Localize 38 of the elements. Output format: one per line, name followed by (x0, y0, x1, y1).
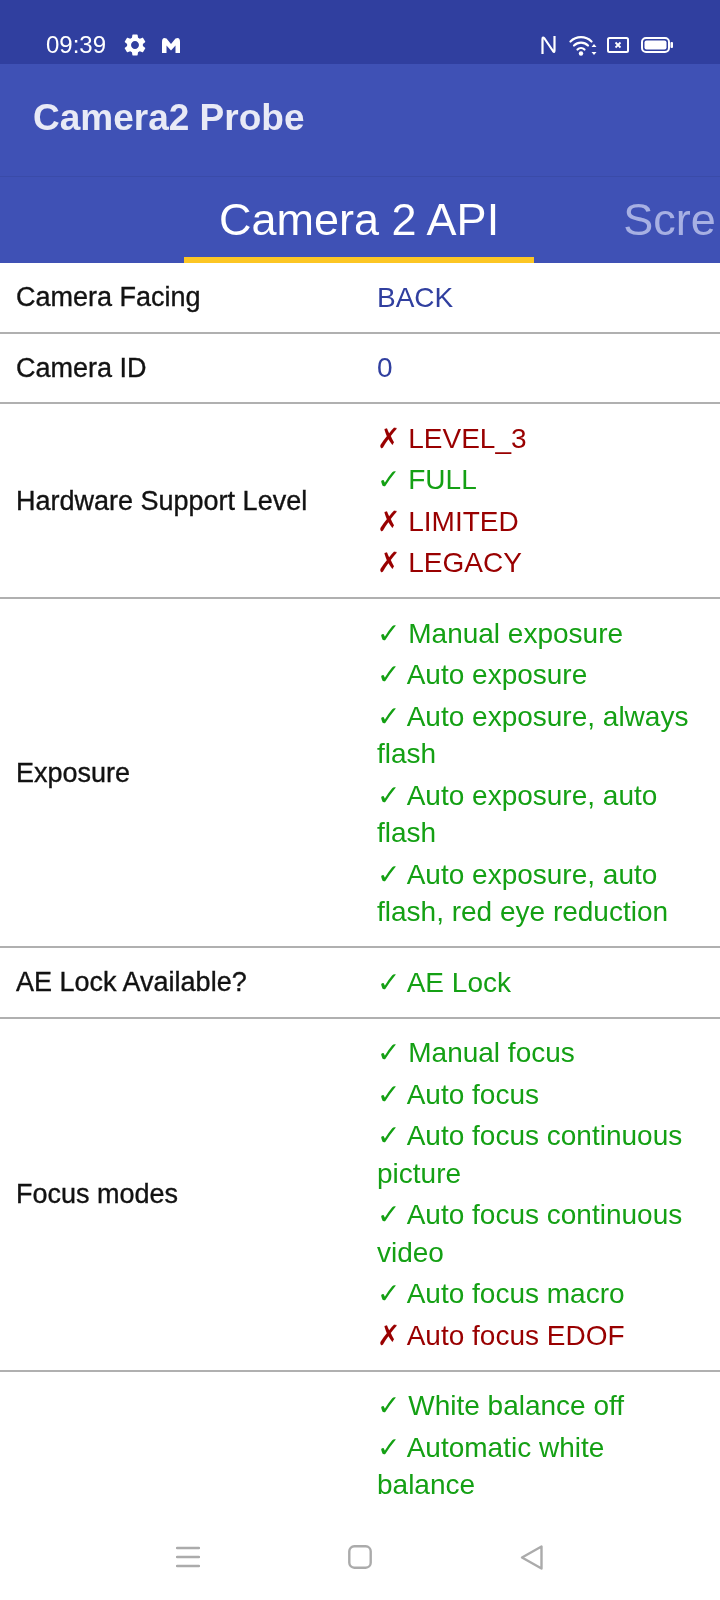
feature-item: ✓ Auto focus continuous picture (377, 1119, 684, 1191)
property-value: 0 (377, 351, 393, 385)
wifi-icon (569, 34, 597, 56)
feature-item: ✓ Auto focus continuous video (377, 1198, 684, 1270)
feature-item: ✗ LEVEL_3 (377, 421, 527, 456)
feature-item: ✓ Auto exposure, always flash (377, 699, 690, 771)
battery-icon (641, 37, 673, 53)
status-time: 09:39 (46, 32, 107, 58)
feature-item: ✓ Auto focus (377, 1077, 539, 1112)
square-icon[interactable] (348, 1545, 372, 1569)
menu-icon[interactable] (176, 1546, 200, 1568)
property-label: AE Lock Available? (16, 966, 247, 1000)
back-icon[interactable] (520, 1543, 544, 1571)
tab[interactable]: Camera 2 API (184, 177, 535, 263)
feature-item: ✓ Manual focus (377, 1036, 575, 1070)
feature-item: ✓ Auto exposure, auto flash, red eye reduction (377, 857, 670, 929)
app-title: Camera2 Probe (33, 96, 305, 140)
property-label: Focus modes (16, 1178, 179, 1211)
feature-item: ✗ LIMITED (377, 504, 519, 539)
property-label: Hardware Support Level (16, 484, 308, 518)
feature-item: ✗ LEGACY (377, 546, 522, 580)
feature-item: ✓ Auto exposure (377, 658, 588, 692)
property-label: Camera ID (16, 351, 147, 385)
property-label: Exposure (16, 756, 131, 790)
m-logo-icon (161, 36, 182, 54)
property-value: BACK (377, 280, 454, 315)
gear-icon (124, 34, 147, 56)
property-label: Camera Facing (16, 281, 201, 315)
feature-item: ✓ FULL (377, 463, 477, 497)
feature-item: ✓ Automatic white balance (377, 1430, 606, 1502)
crossed-box-icon (607, 37, 629, 53)
nfc-icon (540, 35, 557, 55)
feature-item: ✓ Manual exposure (377, 616, 624, 651)
feature-item: ✓ Auto exposure, auto flash (377, 778, 659, 850)
feature-item: ✗ Auto focus EDOF (377, 1318, 625, 1353)
feature-item: ✓ White balance off (377, 1389, 625, 1423)
feature-item: ✓ Auto focus macro (377, 1277, 625, 1311)
feature-item: ✓ AE Lock (377, 965, 511, 1000)
